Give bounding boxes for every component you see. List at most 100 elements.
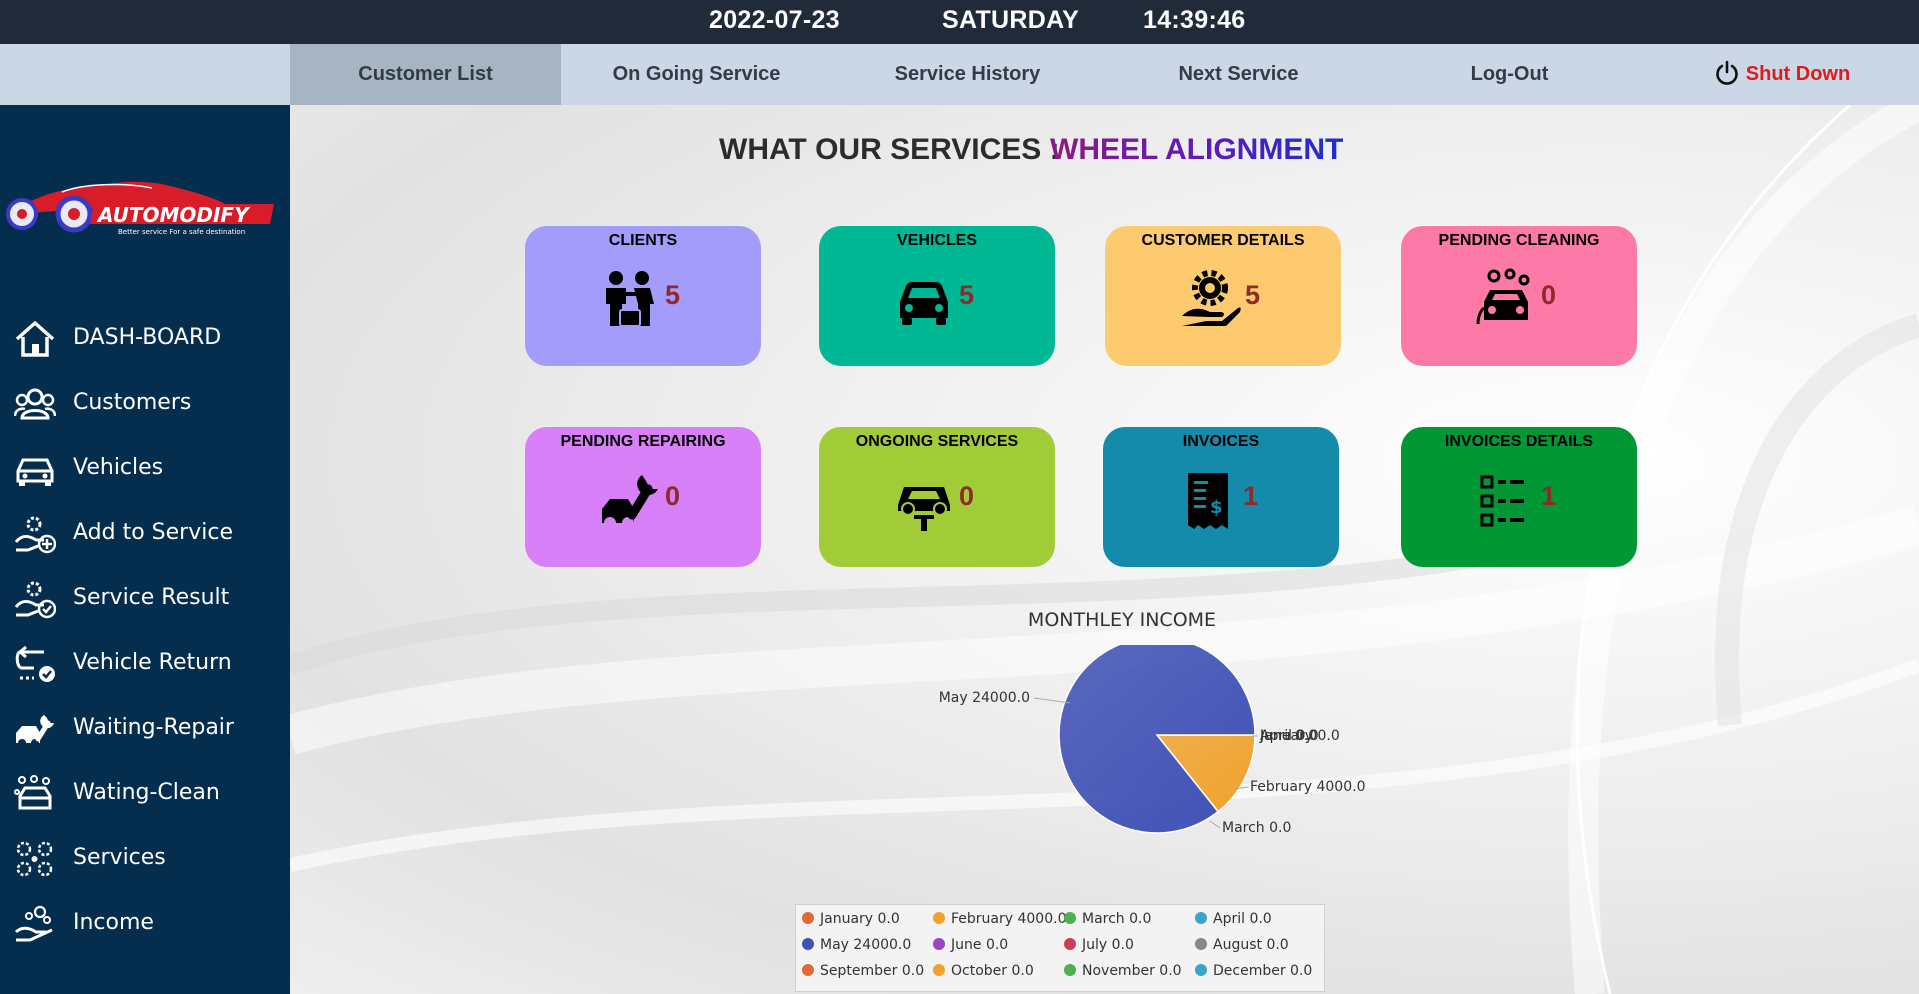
sidebar-item-label: Waiting-Repair	[73, 715, 234, 740]
card-title: INVOICES DETAILS	[1444, 433, 1594, 450]
sidebar-item-vehicle-return[interactable]: Vehicle Return	[0, 636, 290, 692]
power-icon	[1715, 60, 1738, 85]
legend-item-september: September 0.0	[802, 963, 924, 979]
legend-swatch	[1195, 938, 1207, 950]
legend-item-february: February 4000.0	[933, 911, 1066, 927]
services-heading-value: WHEEL ALIGNMENT	[1050, 133, 1344, 166]
legend-label: April 0.0	[1213, 911, 1272, 927]
car-lift-icon	[898, 487, 950, 531]
legend-item-july: July 0.0	[1064, 937, 1134, 953]
shutdown-label: Shut Down	[1745, 63, 1851, 85]
chart-title: MONTHLEY INCOME	[1027, 609, 1217, 631]
slice-leader-line	[1209, 820, 1221, 829]
card-pending-cleaning[interactable]: PENDING CLEANING 0	[1401, 226, 1637, 366]
nav-logout[interactable]: Log-Out	[1374, 44, 1645, 105]
card-title: CUSTOMER DETAILS	[1141, 232, 1305, 249]
sidebar-item-income[interactable]: Income	[0, 896, 290, 952]
sidebar-item-add-to-service[interactable]: Add to Service	[0, 506, 290, 562]
card-invoices-details[interactable]: INVOICES DETAILS 1	[1401, 427, 1637, 567]
legend-item-august: August 0.0	[1195, 937, 1289, 953]
shutdown-button[interactable]: Shut Down	[1645, 44, 1919, 105]
nav-service-history[interactable]: Service History	[832, 44, 1103, 105]
svg-text:$: $	[1210, 497, 1223, 518]
legend-swatch	[1064, 938, 1076, 950]
sidebar-item-service-result[interactable]: Service Result	[0, 571, 290, 627]
sidebar-item-dashboard[interactable]: DASH-BOARD	[0, 311, 290, 367]
car-icon	[900, 282, 948, 325]
monthly-income-pie-chart: May 24000.0January 0.0April 0.0June 0.0F…	[939, 645, 1365, 836]
sidebar-item-label: Services	[73, 845, 166, 870]
gear-hand-icon	[1182, 270, 1241, 326]
top-nav: Customer List On Going Service Service H…	[0, 44, 1919, 105]
legend-item-november: November 0.0	[1064, 963, 1182, 979]
legend-item-october: October 0.0	[933, 963, 1034, 979]
customers-icon	[14, 388, 56, 420]
car-icon	[16, 458, 54, 486]
slice-label-february: February 4000.0	[1250, 779, 1365, 795]
sidebar-item-vehicles[interactable]: Vehicles	[0, 441, 290, 497]
nav-next-service[interactable]: Next Service	[1103, 44, 1374, 105]
card-title: PENDING CLEANING	[1438, 232, 1600, 249]
current-time: 14:39:46	[1143, 6, 1246, 34]
legend-swatch	[933, 912, 945, 924]
clean-icon	[14, 775, 52, 810]
legend-label: June 0.0	[951, 937, 1009, 953]
current-date: 2022-07-23	[709, 6, 840, 34]
card-customer-details[interactable]: CUSTOMER DETAILS 5	[1105, 226, 1341, 366]
nav-ongoing-service[interactable]: On Going Service	[561, 44, 832, 105]
card-clients[interactable]: CLIENTS 5	[525, 226, 761, 366]
sidebar-item-label: Wating-Clean	[73, 780, 220, 805]
chart-legend: January 0.0 February 4000.0 March 0.0 April…	[795, 904, 1325, 992]
card-vehicles[interactable]: VEHICLES 5	[819, 226, 1055, 366]
sidebar-item-services[interactable]: Services	[0, 831, 290, 887]
card-count: 0	[1541, 280, 1557, 310]
slice-label-march: March 0.0	[1222, 820, 1291, 836]
income-icon	[14, 905, 53, 942]
clients-icon	[606, 271, 654, 327]
sidebar-item-label: Vehicles	[73, 455, 164, 480]
repair-icon	[16, 715, 54, 747]
home-icon	[15, 321, 55, 357]
legend-label: February 4000.0	[951, 911, 1067, 927]
sidebar-item-waiting-repair[interactable]: Waiting-Repair	[0, 701, 290, 757]
card-title: ONGOING SERVICES	[855, 433, 1019, 450]
card-count: 5	[665, 280, 681, 310]
legend-label: July 0.0	[1082, 937, 1134, 953]
sidebar-item-label: Add to Service	[73, 520, 233, 545]
legend-label: March 0.0	[1082, 911, 1152, 927]
sidebar-item-customers[interactable]: Customers	[0, 376, 290, 432]
status-bar: 2022-07-23 SATURDAY 14:39:46	[0, 0, 1919, 44]
dashboard-main: WHAT OUR SERVICES : WHEEL ALIGNMENT CLIE…	[290, 105, 1919, 994]
car-wash-icon	[1476, 268, 1530, 325]
sidebar-item-waiting-clean[interactable]: Wating-Clean	[0, 766, 290, 822]
card-count: 5	[959, 280, 975, 310]
legend-item-december: December 0.0	[1195, 963, 1312, 979]
nav-customer-list[interactable]: Customer List	[290, 44, 561, 105]
card-ongoing-services[interactable]: ONGOING SERVICES 0	[819, 427, 1055, 567]
legend-swatch	[802, 938, 814, 950]
legend-swatch	[802, 912, 814, 924]
legend-item-january: January 0.0	[802, 911, 900, 927]
services-icon	[16, 841, 53, 877]
legend-swatch	[933, 964, 945, 976]
legend-swatch	[933, 938, 945, 950]
legend-item-june: June 0.0	[933, 937, 1008, 953]
card-title: INVOICES	[1182, 433, 1260, 450]
card-invoices[interactable]: INVOICES $ 1	[1103, 427, 1339, 567]
legend-swatch	[1195, 912, 1207, 924]
card-count: 1	[1541, 481, 1557, 511]
logo-tagline: Better service For a safe destination	[118, 228, 245, 236]
legend-item-march: March 0.0	[1064, 911, 1151, 927]
legend-label: May 24000.0	[820, 937, 912, 953]
add-service-icon	[14, 516, 56, 554]
card-count: 5	[1245, 280, 1261, 310]
logo-text: AUTOMODIFY	[96, 203, 251, 227]
legend-label: August 0.0	[1213, 937, 1289, 953]
service-result-icon	[14, 581, 56, 619]
legend-swatch	[1064, 912, 1076, 924]
sidebar-item-label: Customers	[73, 390, 192, 415]
legend-item-april: April 0.0	[1195, 911, 1272, 927]
card-count: 1	[1243, 481, 1259, 511]
slice-label-may: May 24000.0	[939, 690, 1030, 706]
card-pending-repairing[interactable]: PENDING REPAIRING 0	[525, 427, 761, 567]
